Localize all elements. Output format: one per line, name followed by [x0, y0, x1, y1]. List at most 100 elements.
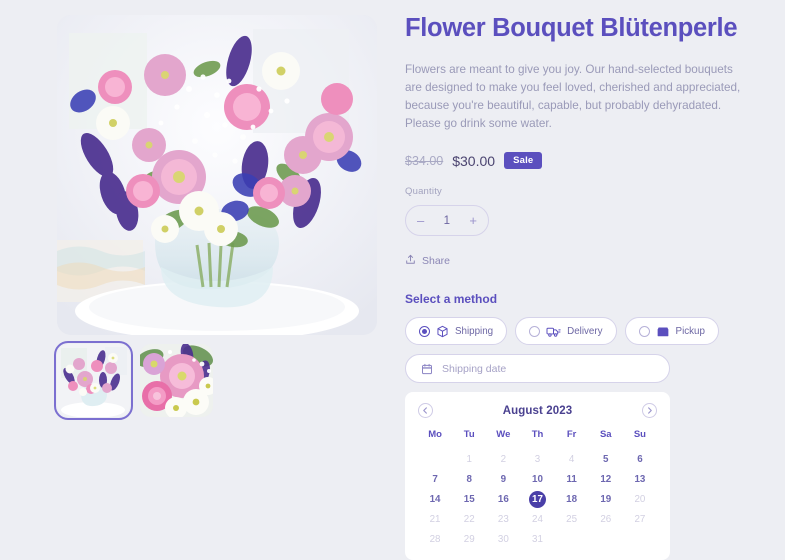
share-button[interactable]: Share	[405, 252, 765, 270]
method-option-delivery[interactable]: Delivery	[515, 317, 617, 346]
calendar-day-6[interactable]: 6	[623, 449, 657, 469]
radio-delivery[interactable]	[529, 325, 541, 337]
share-label: Share	[422, 255, 451, 268]
thumbnail-0-image	[57, 344, 130, 417]
calendar-day-24: 24	[520, 509, 554, 529]
shipping-date-input[interactable]: Shipping date	[405, 354, 670, 384]
calendar-day-label: 19	[600, 493, 612, 505]
current-price: $30.00	[452, 152, 496, 169]
page-title: Flower Bouquet Blütenperle	[405, 14, 738, 42]
calendar-day-label: 21	[429, 513, 441, 525]
calendar-day-30: 30	[486, 529, 520, 549]
calendar-day-label: 3	[534, 453, 541, 465]
calendar-day-22: 22	[452, 509, 486, 529]
calendar-day-10[interactable]: 10	[520, 469, 554, 489]
chevron-left-circle-icon[interactable]	[418, 403, 433, 419]
calendar-day-31: 31	[520, 529, 554, 549]
shipping-date-placeholder: Shipping date	[442, 362, 507, 375]
calendar-day-label: 13	[634, 473, 646, 485]
calendar-day-label: 24	[532, 513, 543, 525]
calendar-day-label: 17	[532, 493, 543, 505]
quantity-stepper[interactable]: – 1 +	[405, 205, 489, 237]
product-details: Flower Bouquet Blütenperle Flowers are m…	[400, 0, 785, 560]
calendar-day-label: 15	[463, 493, 475, 505]
package-box-icon	[436, 325, 449, 338]
calendar-weekday-su: Su	[633, 429, 646, 441]
calendar-day-19[interactable]: 19	[589, 489, 623, 509]
product-description: Flowers are meant to give you joy. Our h…	[405, 62, 741, 130]
status-badge: Sale	[504, 152, 543, 170]
calendar-day-label: 10	[532, 473, 543, 485]
original-price: $34.00	[405, 153, 444, 168]
calendar-day-label: 23	[497, 513, 509, 525]
method-option-pickup[interactable]: Pickup	[624, 317, 719, 346]
calendar-day-9[interactable]: 9	[486, 469, 520, 489]
product-main-image[interactable]	[57, 15, 377, 335]
calendar-day-27: 27	[623, 509, 657, 529]
method-option-shipping[interactable]: Shipping	[405, 317, 508, 346]
calendar-day-18[interactable]: 18	[555, 489, 589, 509]
quantity-decrement-button[interactable]: –	[417, 214, 424, 227]
calendar-icon	[421, 363, 433, 375]
calendar-day-21: 21	[418, 509, 452, 529]
calendar-day-label: 12	[600, 473, 612, 485]
radio-pickup[interactable]	[638, 325, 650, 337]
calendar-day-20: 20	[623, 489, 657, 509]
calendar-day-12[interactable]: 12	[589, 469, 623, 489]
delivery-truck-icon	[546, 325, 561, 338]
calendar-day-29: 29	[452, 529, 486, 549]
product-gallery	[0, 0, 400, 560]
method-label-shipping: Shipping	[455, 325, 494, 337]
calendar-day-1: 1	[452, 449, 486, 469]
calendar-day-label: 27	[634, 513, 646, 525]
calendar-day-label: 1	[466, 453, 472, 465]
quantity-label: Quantity	[405, 186, 442, 198]
method-label-delivery: Delivery	[567, 325, 603, 337]
date-picker-calendar: August 2023 Mo Tu We Th Fr Sa Su 1 2 3 4 5 6 7 8 9 10 11 1…	[405, 392, 670, 560]
calendar-day-label: 22	[463, 513, 475, 525]
calendar-day-label: 28	[429, 533, 441, 545]
calendar-day-11[interactable]: 11	[555, 469, 589, 489]
calendar-day-label: 30	[497, 533, 509, 545]
calendar-day-label: 16	[497, 493, 509, 505]
calendar-day-label: 9	[500, 473, 507, 485]
method-options: Shipping Delivery Pickup	[405, 317, 765, 346]
radio-shipping[interactable]	[419, 325, 430, 337]
calendar-day-5[interactable]: 5	[589, 449, 623, 469]
quantity-increment-button[interactable]: +	[469, 214, 477, 227]
calendar-day-25: 25	[555, 509, 589, 529]
product-page: Flower Bouquet Blütenperle Flowers are m…	[0, 0, 785, 560]
calendar-weekday-th: Th	[531, 429, 544, 441]
calendar-day-label: 31	[532, 533, 543, 545]
thumbnail-0[interactable]	[54, 341, 133, 420]
calendar-grid: Mo Tu We Th Fr Sa Su 1 2 3 4 5 6 7 8 9 10 11 12 13 14 15 16 17 1…	[418, 429, 657, 549]
calendar-day-14[interactable]: 14	[418, 489, 452, 509]
calendar-weekday-tu: Tu	[463, 429, 475, 441]
chevron-right-circle-icon[interactable]	[641, 403, 657, 419]
calendar-day-23: 23	[486, 509, 520, 529]
calendar-day-26: 26	[589, 509, 623, 529]
calendar-day-2: 2	[486, 449, 520, 469]
thumbnail-1[interactable]	[140, 344, 213, 417]
calendar-day-label: 2	[500, 453, 507, 465]
calendar-day-label: 29	[463, 533, 475, 545]
calendar-day-8[interactable]: 8	[452, 469, 486, 489]
calendar-day-28: 28	[418, 529, 452, 549]
calendar-day-3: 3	[520, 449, 554, 469]
calendar-weekday-fr: Fr	[566, 429, 577, 441]
calendar-day-17[interactable]: 17	[520, 489, 554, 509]
calendar-day-label: 7	[432, 473, 438, 485]
calendar-day-7[interactable]: 7	[418, 469, 452, 489]
calendar-day-label: 11	[566, 473, 577, 485]
method-label-pickup: Pickup	[675, 325, 705, 337]
calendar-day-4: 4	[555, 449, 589, 469]
thumbnail-strip	[54, 341, 400, 420]
thumbnail-1-image	[140, 344, 213, 417]
calendar-day-15[interactable]: 15	[452, 489, 486, 509]
calendar-day-13[interactable]: 13	[623, 469, 657, 489]
calendar-day-label: 20	[634, 493, 646, 505]
calendar-day-label: 6	[637, 453, 643, 465]
storefront-icon	[656, 325, 670, 338]
calendar-day-16[interactable]: 16	[486, 489, 520, 509]
calendar-day-label: 8	[466, 473, 472, 485]
